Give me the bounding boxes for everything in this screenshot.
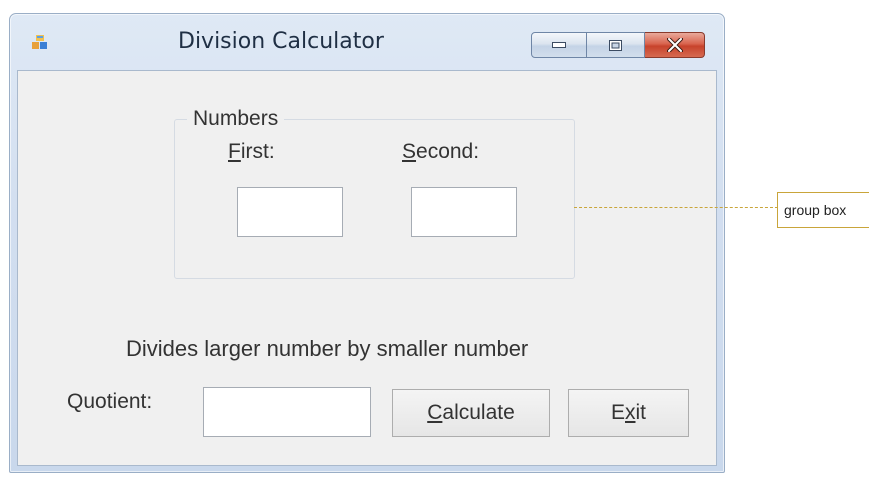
- form-icon: [32, 35, 47, 49]
- first-input[interactable]: [237, 187, 343, 237]
- first-label: First:: [228, 140, 275, 163]
- close-icon: [666, 38, 683, 52]
- maximize-button[interactable]: [587, 32, 645, 58]
- second-label: Second:: [402, 140, 480, 163]
- callout-text: group box: [784, 202, 847, 218]
- window-title: Division Calculator: [178, 29, 384, 54]
- group-box-callout: group box: [777, 192, 869, 228]
- callout-leader-line: [574, 207, 778, 208]
- form-window: Division Calculator Numbers First: Secon…: [9, 13, 725, 473]
- maximize-icon: [609, 39, 622, 51]
- close-button[interactable]: [645, 32, 705, 58]
- calculate-button[interactable]: Calculate: [392, 389, 550, 437]
- title-bar[interactable]: Division Calculator: [10, 14, 724, 70]
- exit-button[interactable]: Ex it: [568, 389, 689, 437]
- minimize-icon: [552, 42, 566, 48]
- quotient-label: Quotient:: [67, 390, 153, 413]
- minimize-button[interactable]: [531, 32, 587, 58]
- description-label: Divides larger number by smaller number: [126, 336, 529, 361]
- numbers-group-box: Numbers First: Second:: [174, 107, 575, 279]
- second-input[interactable]: [411, 187, 517, 237]
- form-client-area: Numbers First: Second: Divides larger nu…: [17, 70, 717, 466]
- group-box-title: Numbers: [187, 107, 285, 131]
- quotient-output: [203, 387, 371, 437]
